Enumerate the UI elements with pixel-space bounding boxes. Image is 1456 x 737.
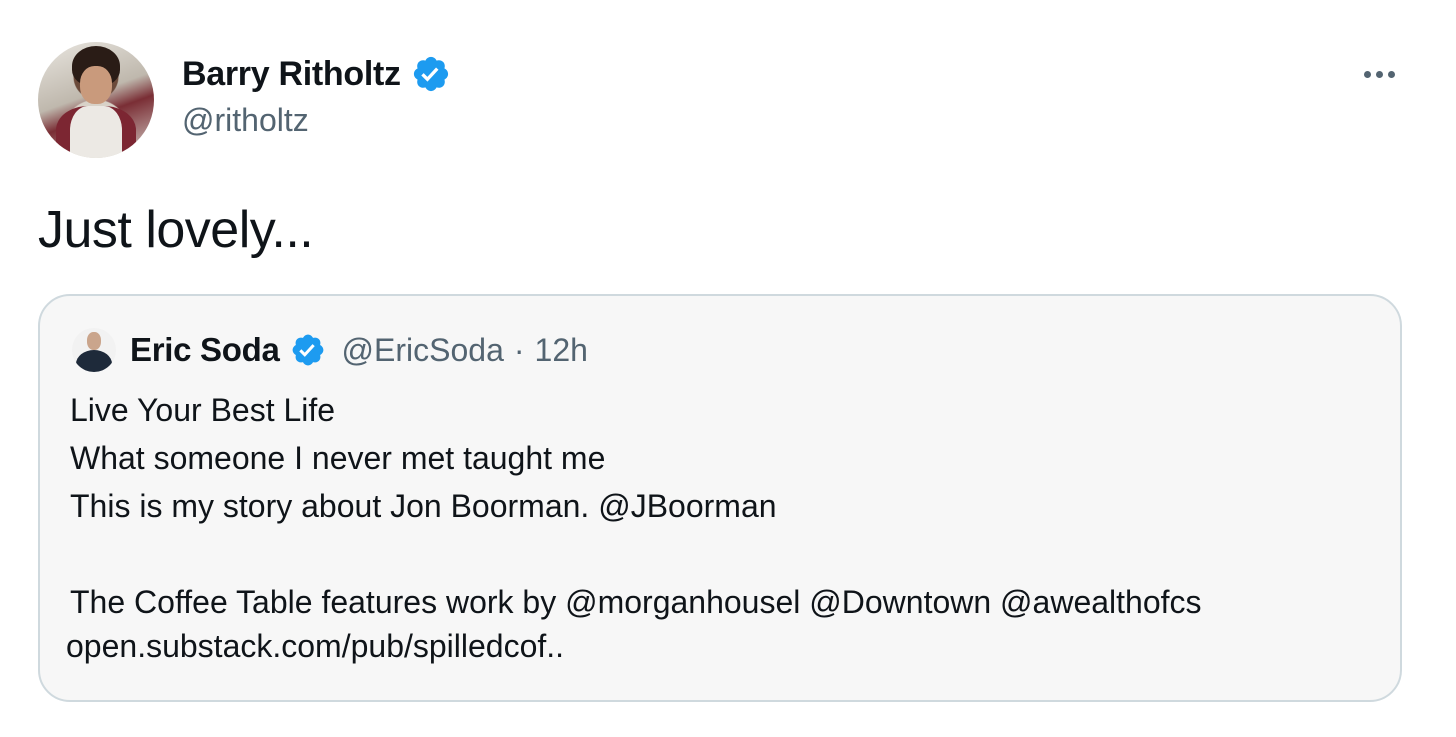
- quoted-text-line: The Coffee Table features work by @morga…: [70, 584, 1202, 620]
- quoted-tweet-link[interactable]: open.substack.com/pub/spilledcof..: [66, 628, 564, 665]
- quoted-text-line: What someone I never met taught me: [70, 440, 606, 476]
- dot: [1387, 70, 1395, 78]
- verified-badge-icon: [292, 334, 323, 366]
- verified-badge-icon: [413, 56, 448, 92]
- author-name-row: Barry Ritholtz: [182, 52, 451, 96]
- dot: [1375, 70, 1383, 78]
- tweet: Barry Ritholtz @ritholtz Just lovely... …: [0, 0, 1456, 737]
- avatar-shirt: [56, 106, 136, 158]
- quoted-author-name[interactable]: Eric Soda: [130, 331, 280, 369]
- quoted-text-line: This is my story about Jon Boorman. @JBo…: [70, 488, 777, 524]
- avatar-head: [87, 332, 101, 350]
- author-display-name[interactable]: Barry Ritholtz: [182, 55, 401, 94]
- quoted-tweet-time[interactable]: 12h: [535, 332, 588, 369]
- quoted-tweet-text: Live Your Best Life What someone I never…: [70, 386, 1380, 626]
- dot: [1363, 70, 1371, 78]
- tweet-text: Just lovely...: [38, 201, 314, 259]
- separator-dot: ·: [513, 331, 525, 368]
- avatar-body: [76, 350, 112, 372]
- author-handle[interactable]: @ritholtz: [182, 102, 309, 139]
- author-avatar[interactable]: [38, 42, 154, 158]
- avatar-face: [80, 66, 112, 104]
- more-options-icon[interactable]: [1354, 58, 1404, 90]
- quoted-tweet-header: Eric Soda @EricSoda · 12h: [130, 326, 588, 374]
- quoted-text-line: Live Your Best Life: [70, 392, 336, 428]
- quoted-tweet-card[interactable]: Eric Soda @EricSoda · 12h Live Your Best…: [38, 294, 1402, 702]
- quoted-text-blank-line: [70, 530, 1380, 578]
- quoted-author-avatar[interactable]: [72, 328, 116, 372]
- quoted-author-handle[interactable]: @EricSoda: [342, 332, 504, 369]
